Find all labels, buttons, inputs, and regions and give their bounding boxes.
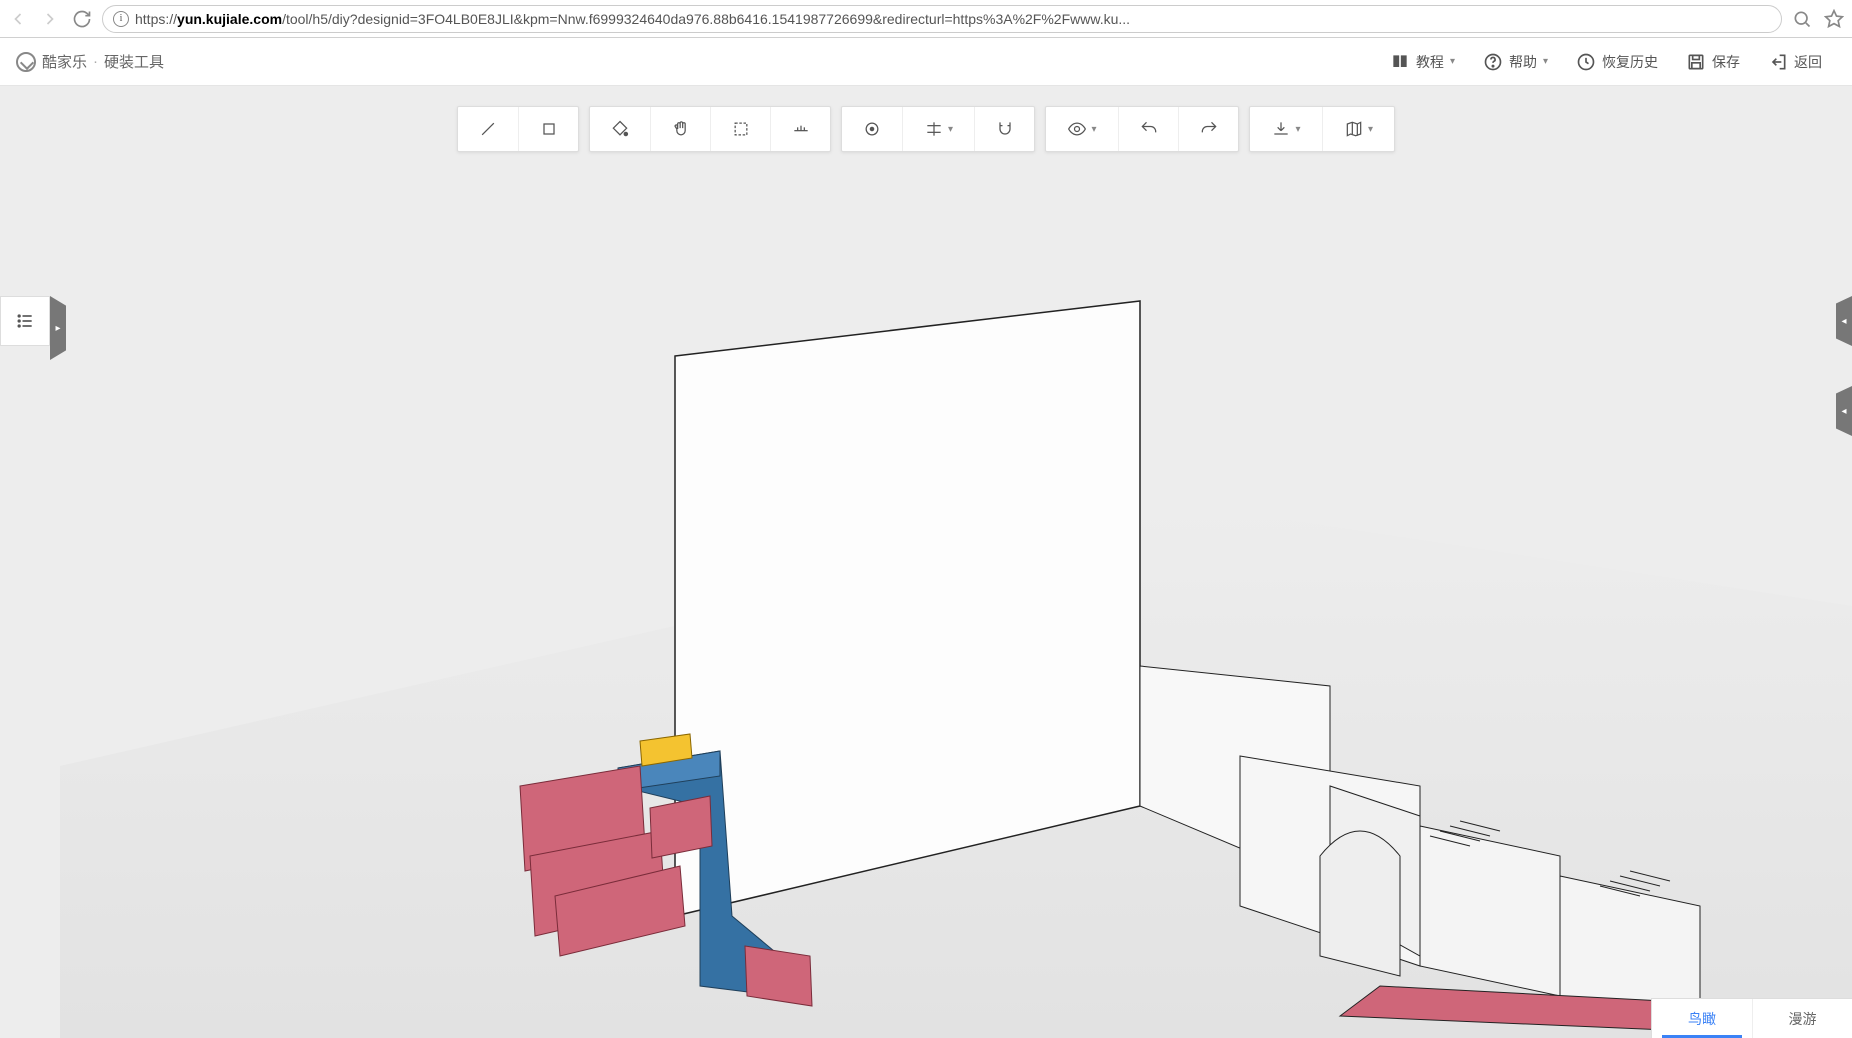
scene-svg [0, 86, 1852, 1038]
back-label: 返回 [1794, 52, 1822, 72]
hand-icon [671, 119, 691, 139]
browser-search-icon[interactable] [1790, 7, 1814, 31]
brand-separator: · [93, 53, 98, 70]
history-icon [1576, 52, 1596, 72]
brand-name: 酷家乐 [42, 51, 87, 72]
chevron-down-icon: ▾ [948, 124, 953, 135]
back-button[interactable]: 返回 [1754, 38, 1836, 86]
redo-icon [1199, 119, 1219, 139]
undo-icon [1139, 119, 1159, 139]
right-panel-handle-1[interactable]: ◂ [1836, 296, 1852, 346]
left-panel-toggle[interactable] [0, 296, 50, 346]
view-mode-tabs: 鸟瞰 漫游 [1651, 998, 1852, 1038]
magnet-icon [995, 119, 1015, 139]
canvas-3d-viewport[interactable]: ▸ ◂ ◂ 鸟瞰 漫游 [0, 86, 1852, 1038]
tab-bird-view[interactable]: 鸟瞰 [1652, 999, 1752, 1038]
brand-subtitle: 硬装工具 [104, 51, 164, 72]
tool-visibility[interactable]: ▾ [1046, 107, 1118, 151]
list-icon [15, 311, 35, 331]
help-label: 帮助 [1509, 52, 1537, 72]
map-icon [1344, 119, 1364, 139]
save-label: 保存 [1712, 52, 1740, 72]
left-panel-expand-handle[interactable]: ▸ [50, 296, 66, 360]
brand: 酷家乐 · 硬装工具 [16, 51, 164, 72]
tool-select-area[interactable] [710, 107, 770, 151]
target-icon [862, 119, 882, 139]
chevron-down-icon: ▾ [1091, 124, 1096, 135]
chevron-down-icon: ▾ [1543, 56, 1548, 67]
line-icon [478, 119, 498, 139]
tool-hand[interactable] [650, 107, 710, 151]
tool-target[interactable] [842, 107, 902, 151]
chevron-down-icon: ▾ [1368, 124, 1373, 135]
browser-forward-button[interactable] [38, 7, 62, 31]
save-icon [1686, 52, 1706, 72]
restore-button[interactable]: 恢复历史 [1562, 38, 1672, 86]
browser-back-button[interactable] [6, 7, 30, 31]
exit-icon [1768, 52, 1788, 72]
tab-roam-label: 漫游 [1789, 1009, 1817, 1029]
main-toolbar: ▾ ▾ ▾ ▾ [457, 106, 1395, 152]
tool-map[interactable]: ▾ [1322, 107, 1394, 151]
tutorial-button[interactable]: 教程 ▾ [1376, 38, 1469, 86]
tab-bird-view-label: 鸟瞰 [1688, 1009, 1716, 1029]
book-icon [1390, 52, 1410, 72]
tool-redo[interactable] [1178, 107, 1238, 151]
tool-horizon[interactable] [770, 107, 830, 151]
app-header: 酷家乐 · 硬装工具 教程 ▾ 帮助 ▾ 恢复历史 保存 返回 [0, 38, 1852, 86]
tool-fill[interactable] [590, 107, 650, 151]
tool-snap[interactable] [974, 107, 1034, 151]
horizon-icon [791, 119, 811, 139]
tool-download[interactable]: ▾ [1250, 107, 1322, 151]
chevron-down-icon: ▾ [1450, 56, 1455, 67]
tool-undo[interactable] [1118, 107, 1178, 151]
align-icon [924, 119, 944, 139]
restore-label: 恢复历史 [1602, 52, 1658, 72]
browser-bar: i https://yun.kujiale.com/tool/h5/diy?de… [0, 0, 1852, 38]
brand-logo-icon [16, 52, 36, 72]
tool-align[interactable]: ▾ [902, 107, 974, 151]
bucket-icon [610, 119, 630, 139]
square-icon [539, 119, 559, 139]
download-icon [1271, 119, 1291, 139]
right-panel-handle-2[interactable]: ◂ [1836, 386, 1852, 436]
tab-roam[interactable]: 漫游 [1752, 999, 1852, 1038]
tutorial-label: 教程 [1416, 52, 1444, 72]
chevron-down-icon: ▾ [1295, 124, 1300, 135]
marquee-icon [731, 119, 751, 139]
question-icon [1483, 52, 1503, 72]
tool-line[interactable] [458, 107, 518, 151]
tool-rect[interactable] [518, 107, 578, 151]
help-button[interactable]: 帮助 ▾ [1469, 38, 1562, 86]
eye-icon [1067, 119, 1087, 139]
browser-reload-button[interactable] [70, 7, 94, 31]
save-button[interactable]: 保存 [1672, 38, 1754, 86]
browser-star-icon[interactable] [1822, 7, 1846, 31]
site-info-icon[interactable]: i [113, 11, 129, 27]
url-bar[interactable]: i https://yun.kujiale.com/tool/h5/diy?de… [102, 5, 1782, 33]
url-text: https://yun.kujiale.com/tool/h5/diy?desi… [135, 11, 1130, 27]
